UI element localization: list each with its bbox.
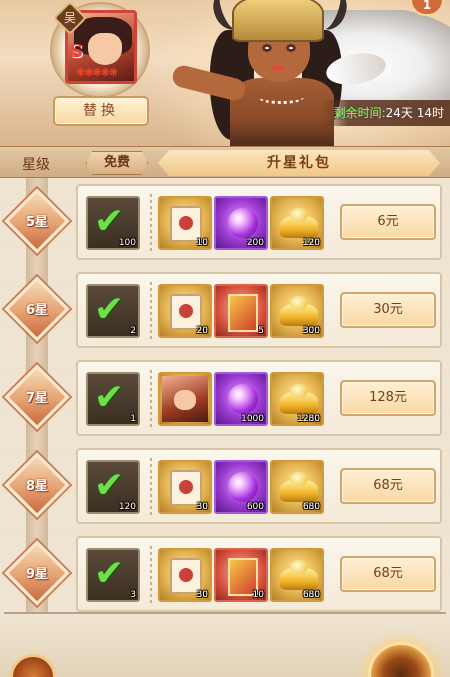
item-quantity: 200	[246, 238, 264, 248]
star-level-header: 星级	[22, 157, 50, 173]
reward-item[interactable]: 10	[158, 196, 212, 250]
star-pack-header: 升星礼包	[158, 150, 440, 176]
reward-item[interactable]: 30	[158, 460, 212, 514]
gold-ingot-icon	[280, 472, 318, 502]
star-level-label: 6星	[25, 303, 49, 318]
item-quantity: 600	[246, 502, 264, 512]
item-quantity: 30	[196, 590, 208, 600]
scroll-icon	[170, 470, 202, 506]
red-book-icon	[228, 294, 258, 332]
item-quantity: 10	[196, 238, 208, 248]
buy-button[interactable]: 30元	[340, 292, 436, 328]
star-level-label: 5星	[25, 215, 49, 230]
check-icon: ✔	[94, 465, 125, 506]
card-divider	[150, 282, 152, 340]
item-quantity: 20	[196, 326, 208, 336]
reward-item[interactable]: 680	[270, 548, 324, 602]
free-header: 免费	[86, 151, 148, 175]
item-quantity: 2	[130, 326, 136, 336]
item-quantity: 680	[302, 502, 320, 512]
reward-item[interactable]: 20	[158, 284, 212, 338]
item-quantity: 680	[302, 590, 320, 600]
star-level-label: 7星	[25, 391, 49, 406]
gold-ingot-icon	[280, 208, 318, 238]
remaining-time-label: 剩余时间:	[333, 106, 386, 120]
item-quantity: 100	[118, 238, 136, 248]
buy-button[interactable]: 128元	[340, 380, 436, 416]
item-quantity: 10	[252, 590, 264, 600]
card-divider	[150, 370, 152, 428]
reward-item[interactable]: 30	[158, 548, 212, 602]
scroll-icon	[170, 206, 202, 242]
hero-banner: S ❋❋❋❋❋ 吴 替换 1 剩余时间:24天 14时	[0, 0, 450, 146]
gold-ingot-icon	[280, 384, 318, 414]
free-reward-claimed[interactable]: ✔ 2	[86, 284, 140, 338]
reward-item[interactable]: 600	[214, 460, 268, 514]
star-row: 8星 ✔ 120 30 600 680 68元	[0, 446, 450, 526]
remaining-time: 剩余时间:24天 14时	[322, 100, 450, 126]
check-icon: ✔	[94, 553, 125, 594]
card-divider	[150, 546, 152, 604]
reward-item[interactable]: 1000	[214, 372, 268, 426]
free-reward-claimed[interactable]: ✔ 120	[86, 460, 140, 514]
reward-item[interactable]: 5	[214, 284, 268, 338]
hero-card-icon	[162, 376, 208, 422]
check-icon: ✔	[94, 201, 125, 242]
reward-item[interactable]: 10	[214, 548, 268, 602]
reward-item[interactable]: 120	[270, 196, 324, 250]
free-reward-claimed[interactable]: ✔ 1	[86, 372, 140, 426]
purple-orb-icon	[228, 208, 258, 238]
free-reward-claimed[interactable]: ✔ 3	[86, 548, 140, 602]
star-level-label: 8星	[25, 479, 49, 494]
remaining-time-value: 24天 14时	[385, 106, 444, 120]
item-quantity: 30	[196, 502, 208, 512]
reward-item[interactable]: 1280	[270, 372, 324, 426]
star-row: 6星 ✔ 2 20 5 300 30元	[0, 270, 450, 350]
buy-button[interactable]: 68元	[340, 468, 436, 504]
card-divider	[150, 458, 152, 516]
gold-ingot-icon	[280, 560, 318, 590]
item-quantity: 1000	[241, 414, 264, 424]
free-reward-claimed[interactable]: ✔ 100	[86, 196, 140, 250]
item-quantity: 120	[118, 502, 136, 512]
item-quantity: 3	[130, 590, 136, 600]
item-quantity: 120	[302, 238, 320, 248]
scroll-icon	[170, 294, 202, 330]
star-row: 5星 ✔ 100 10 200 120 6元	[0, 182, 450, 262]
purple-orb-icon	[228, 472, 258, 502]
card-divider	[150, 194, 152, 252]
purple-orb-icon	[228, 384, 258, 414]
star-row: 9星 ✔ 3 30 10 680 68元	[0, 534, 450, 614]
item-quantity: 5	[258, 326, 264, 336]
buy-button[interactable]: 68元	[340, 556, 436, 592]
column-header-bar: 星级 免费 升星礼包	[0, 146, 450, 178]
reward-item[interactable]: 680	[270, 460, 324, 514]
check-icon: ✔	[94, 377, 125, 418]
item-quantity: 1280	[297, 414, 320, 424]
reward-item[interactable]: 200	[214, 196, 268, 250]
scroll-icon	[170, 558, 202, 594]
star-level-label: 9星	[25, 567, 49, 582]
reward-item[interactable]: 300	[270, 284, 324, 338]
buy-button[interactable]: 6元	[340, 204, 436, 240]
item-quantity: 1	[130, 414, 136, 424]
item-quantity: 300	[302, 326, 320, 336]
reward-item[interactable]	[158, 372, 212, 426]
swap-button[interactable]: 替换	[53, 96, 149, 126]
gold-ingot-icon	[280, 296, 318, 326]
rank-s-icon: S	[70, 41, 83, 62]
star-row: 7星 ✔ 1 1000 1280 128元	[0, 358, 450, 438]
check-icon: ✔	[94, 289, 125, 330]
flame-stars-icon: ❋❋❋❋❋	[76, 66, 118, 79]
